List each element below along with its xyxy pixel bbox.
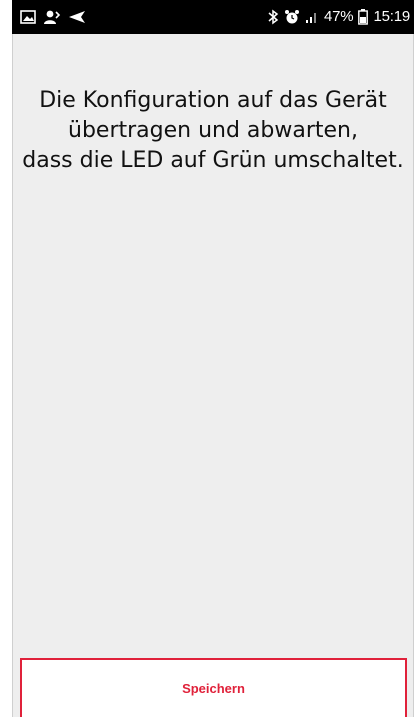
save-button-label: Speichern bbox=[182, 681, 245, 696]
bluetooth-icon bbox=[267, 8, 279, 26]
clock: 15:19 bbox=[373, 8, 410, 25]
signal-icon bbox=[305, 8, 319, 26]
instruction-line: Die Konfiguration auf das Gerät bbox=[39, 88, 387, 113]
status-left-group bbox=[20, 8, 86, 26]
status-right-group: 47% 15:19 bbox=[267, 8, 410, 26]
send-icon bbox=[68, 8, 86, 26]
user-silhouette-icon bbox=[43, 8, 61, 26]
battery-percent: 47% bbox=[324, 8, 354, 25]
instruction-line: übertragen und abwarten, bbox=[68, 118, 358, 143]
save-button[interactable]: Speichern bbox=[20, 658, 407, 717]
image-icon bbox=[20, 8, 36, 26]
status-bar: 47% 15:19 bbox=[12, 0, 414, 34]
app-screen: 47% 15:19 Die Konfiguration auf das Gerä… bbox=[12, 0, 414, 717]
battery-icon bbox=[358, 8, 369, 26]
alarm-icon bbox=[284, 8, 300, 26]
instruction-text: Die Konfiguration auf das Gerät übertrag… bbox=[12, 86, 414, 176]
instruction-line: dass die LED auf Grün umschaltet. bbox=[22, 148, 404, 173]
